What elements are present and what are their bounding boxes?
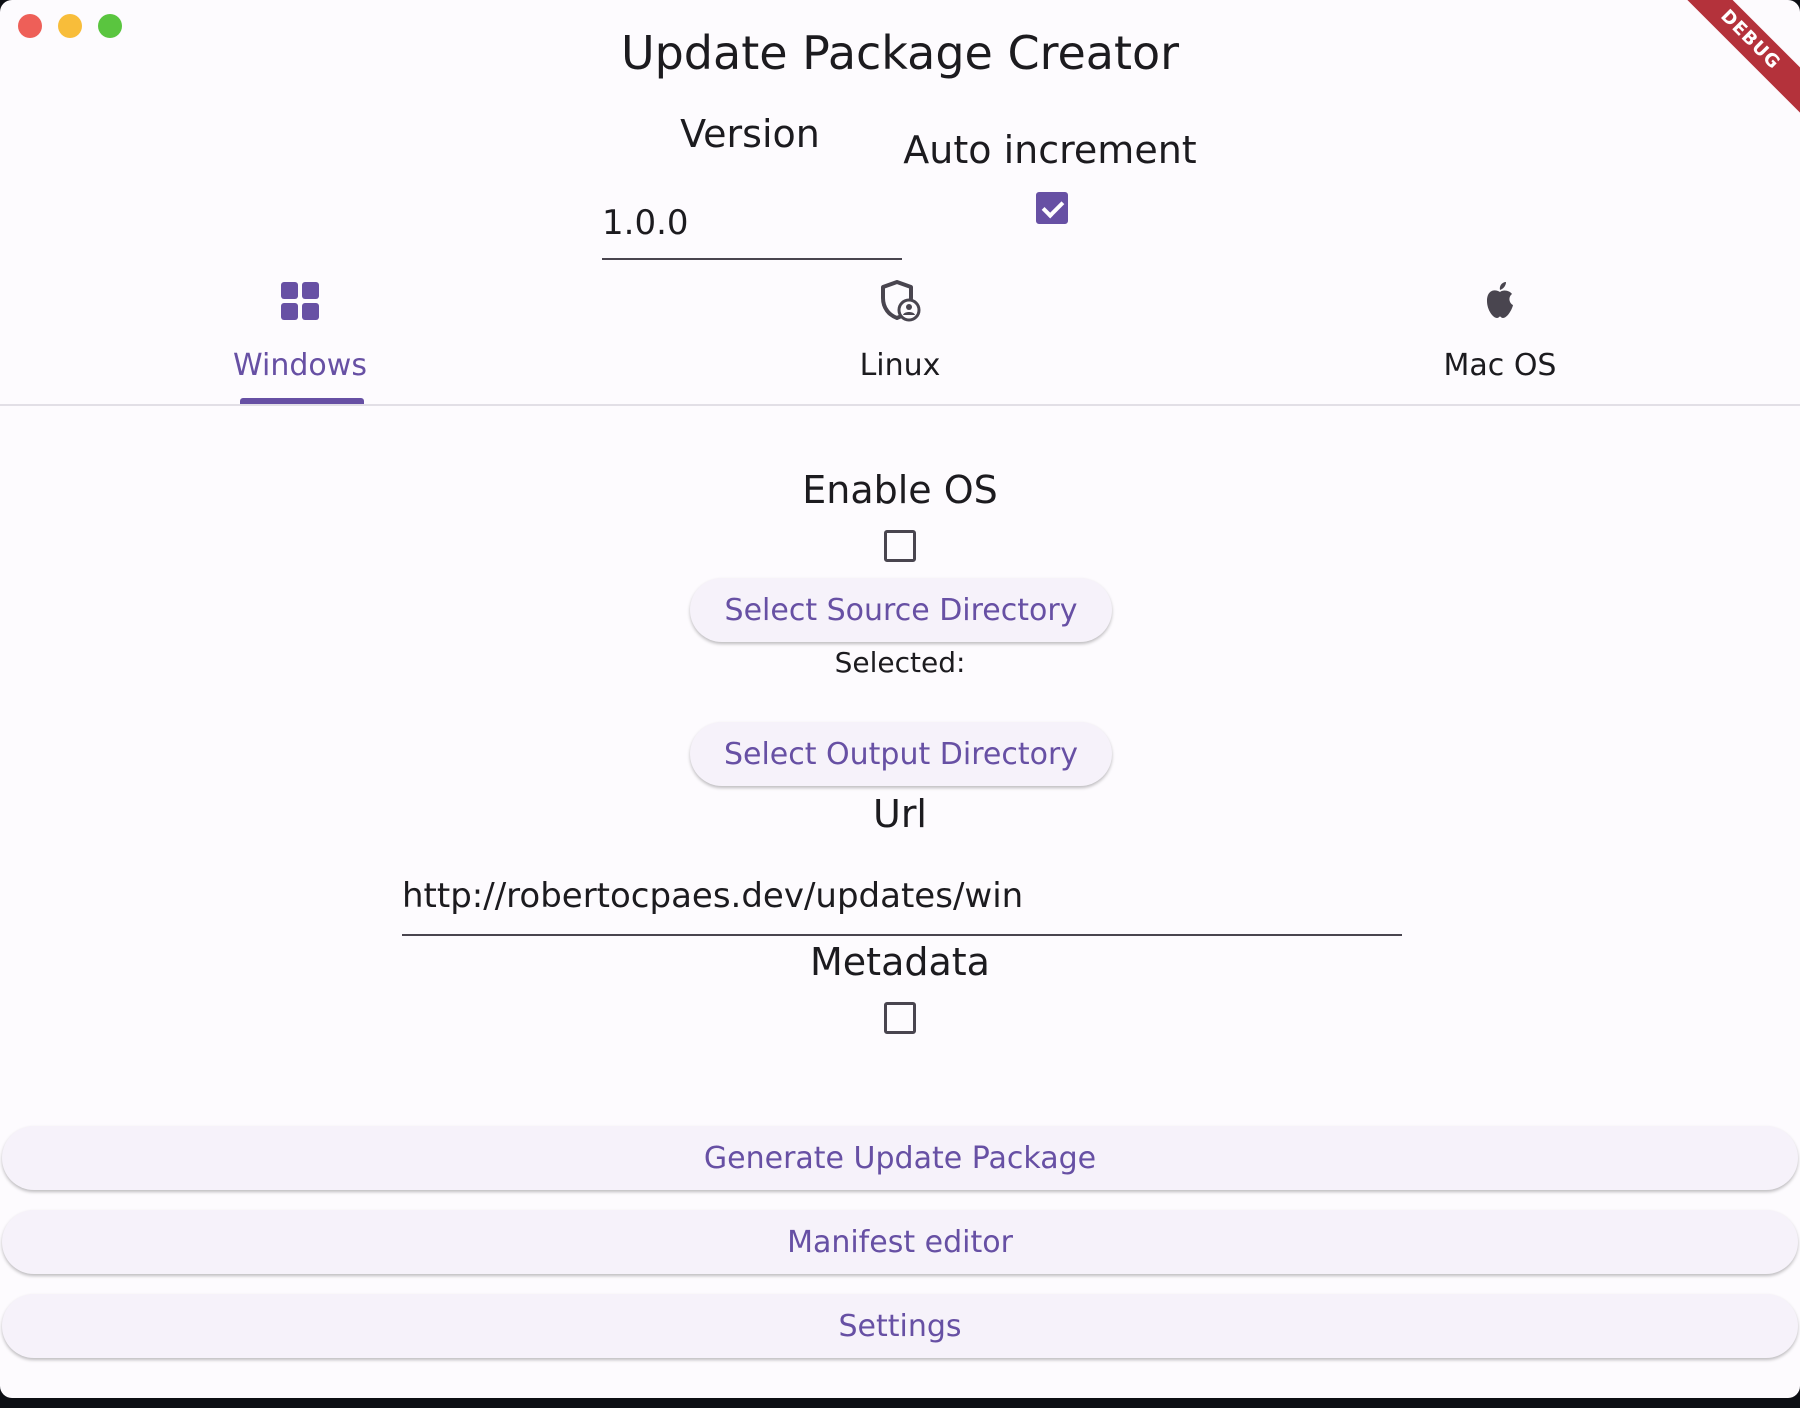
manifest-editor-button[interactable]: Manifest editor <box>2 1210 1798 1274</box>
enable-os-checkbox[interactable] <box>884 530 916 562</box>
page-title: Update Package Creator <box>620 26 1180 80</box>
metadata-checkbox[interactable] <box>884 1002 916 1034</box>
tab-macos[interactable]: Mac OS <box>1200 270 1800 404</box>
tab-macos-label: Mac OS <box>1443 348 1557 383</box>
version-input[interactable] <box>602 188 902 260</box>
metadata-label: Metadata <box>810 940 990 984</box>
select-source-directory-button[interactable]: Select Source Directory <box>690 578 1112 642</box>
windows-icon <box>281 282 319 320</box>
settings-button[interactable]: Settings <box>2 1294 1798 1358</box>
tab-linux-label: Linux <box>859 348 941 383</box>
platform-tabs: Windows Linux Mac OS <box>0 270 1800 406</box>
auto-increment-label: Auto increment <box>903 128 1197 172</box>
shield-person-icon <box>881 280 921 322</box>
select-output-directory-button[interactable]: Select Output Directory <box>690 722 1112 786</box>
enable-os-label: Enable OS <box>802 468 998 512</box>
app-window: DEBUG Update Package Creator Version Aut… <box>0 0 1800 1398</box>
generate-update-package-button[interactable]: Generate Update Package <box>2 1126 1798 1190</box>
tab-windows[interactable]: Windows <box>0 270 600 404</box>
active-tab-indicator <box>240 398 364 404</box>
version-label: Version <box>680 112 820 156</box>
background-terminal-strip <box>0 1398 1800 1408</box>
apple-icon <box>1487 282 1513 318</box>
url-input[interactable] <box>402 858 1402 936</box>
selected-source-text: Selected: <box>834 646 966 679</box>
url-label: Url <box>873 792 927 836</box>
tab-windows-label: Windows <box>233 348 367 383</box>
auto-increment-checkbox[interactable] <box>1036 192 1068 224</box>
tab-linux[interactable]: Linux <box>600 270 1200 404</box>
